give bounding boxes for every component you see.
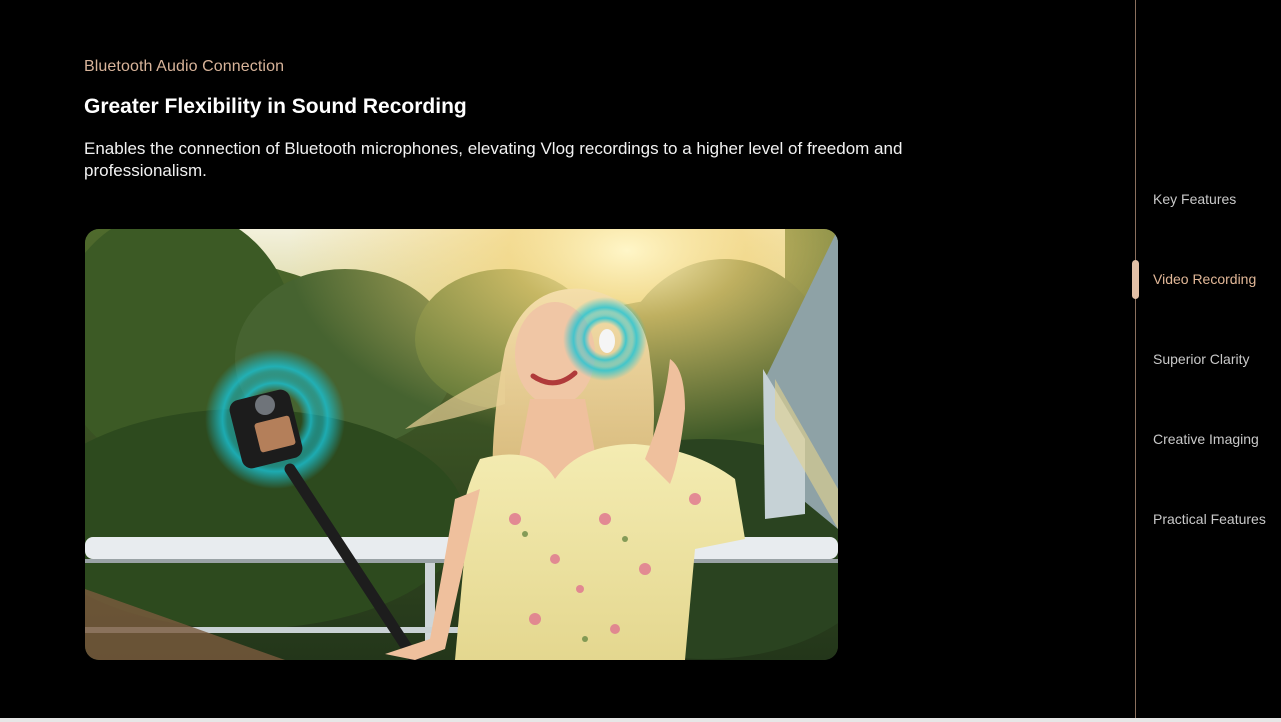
side-nav-active-indicator [1132, 260, 1139, 299]
side-nav: Key Features Video Recording Superior Cl… [1153, 0, 1281, 722]
side-nav-track [1135, 0, 1136, 722]
side-nav-item-practical-features[interactable]: Practical Features [1153, 511, 1266, 527]
bottom-edge [0, 718, 1281, 722]
side-nav-item-creative-imaging[interactable]: Creative Imaging [1153, 431, 1259, 447]
side-nav-item-superior-clarity[interactable]: Superior Clarity [1153, 351, 1249, 367]
section-eyebrow: Bluetooth Audio Connection [84, 58, 285, 75]
side-nav-item-video-recording[interactable]: Video Recording [1153, 271, 1256, 287]
section-headline: Greater Flexibility in Sound Recording [84, 95, 467, 118]
page: Bluetooth Audio Connection Greater Flexi… [0, 0, 1281, 722]
section-description: Enables the connection of Bluetooth micr… [84, 139, 903, 180]
hero-image-woman-with-camera-selfie-stick [85, 229, 838, 660]
side-nav-item-key-features[interactable]: Key Features [1153, 191, 1236, 207]
